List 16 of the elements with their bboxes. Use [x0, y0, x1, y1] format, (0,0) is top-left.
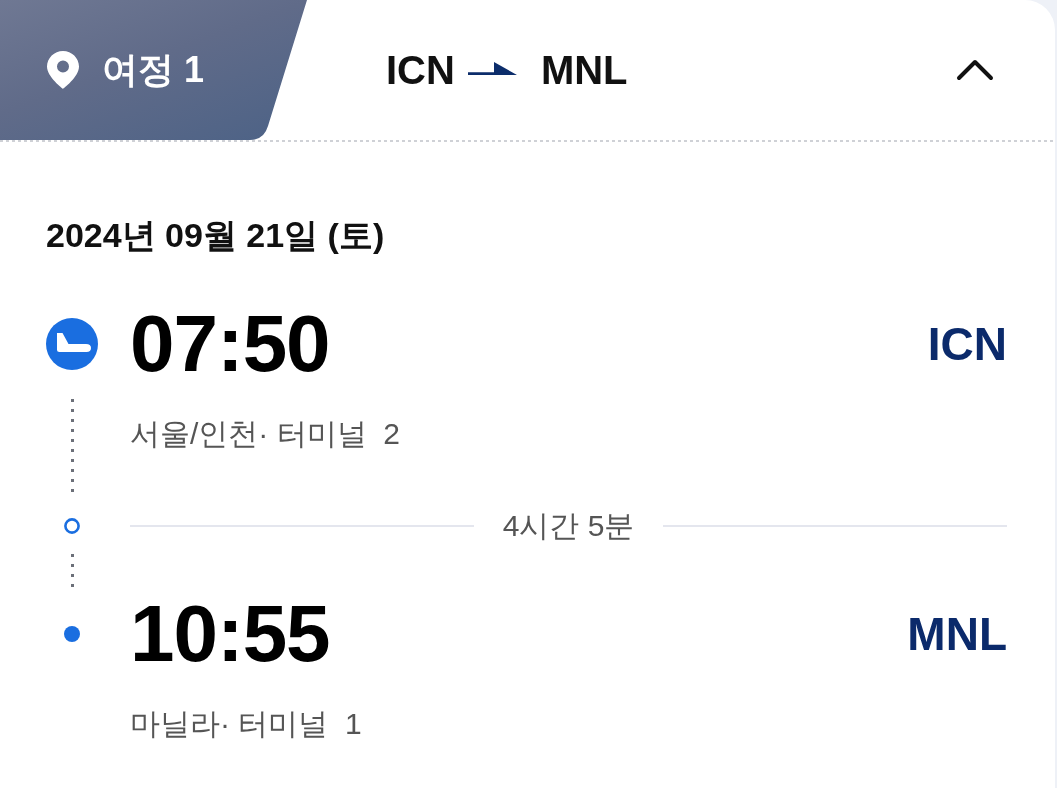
airport-code: MNL [907, 607, 1007, 662]
destination-code: MNL [540, 47, 628, 94]
ring-icon [64, 518, 80, 534]
airport-terminal: 마닐라· 터미널 1 [130, 706, 363, 742]
plane-icon [46, 318, 98, 370]
trip-date: 2024년 09월 21일 (토) [46, 215, 386, 256]
airport-code: ICN [927, 317, 1007, 372]
departure-time: 07:50 [130, 304, 330, 384]
location-pin-icon [47, 51, 79, 89]
airport-terminal: 서울/인천· 터미널 2 [130, 416, 401, 452]
dot-icon [64, 626, 80, 642]
arrival-time: 10:55 [130, 594, 330, 674]
origin-code: ICN [386, 47, 455, 94]
arrow-icon [467, 61, 517, 75]
trip-label: 여정 1 [102, 48, 205, 92]
flight-duration: 4시간 5분 [501, 508, 636, 544]
